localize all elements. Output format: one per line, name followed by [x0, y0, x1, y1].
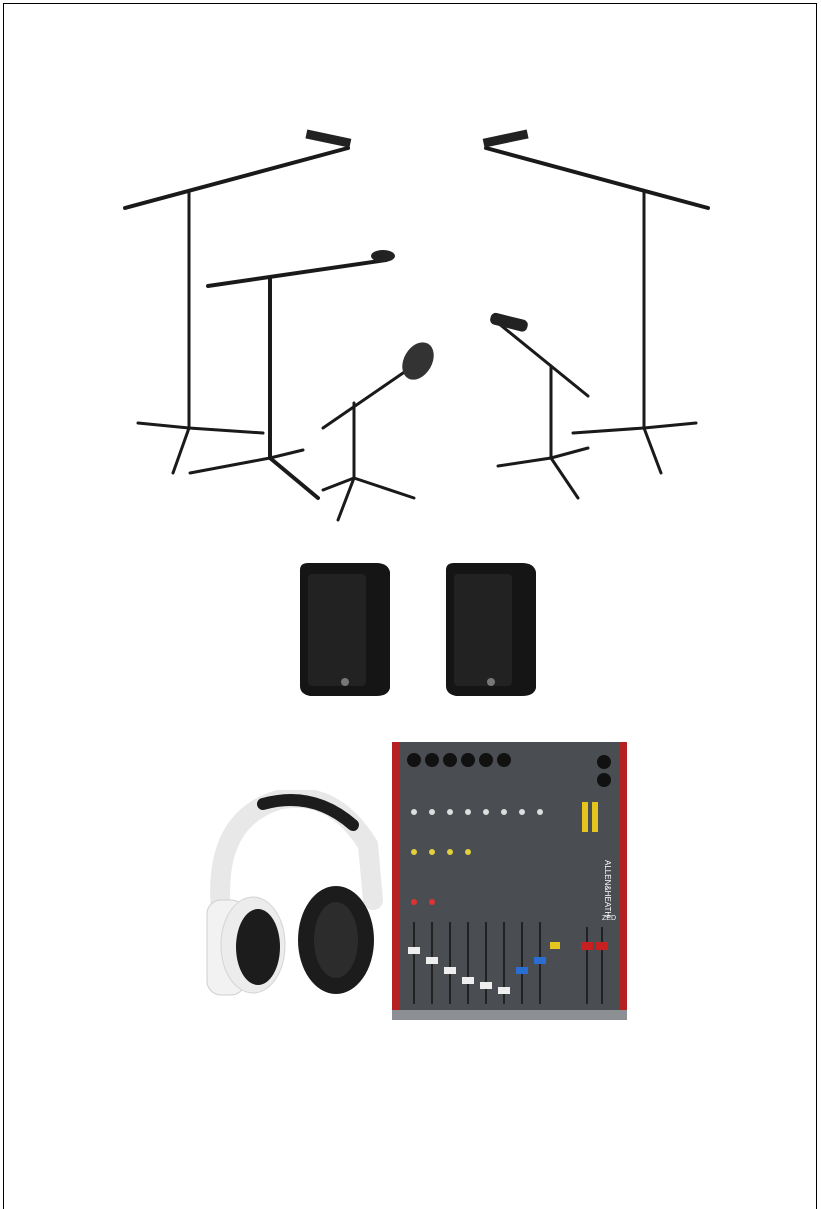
mixer-model-label: ZED	[602, 915, 616, 922]
speaker-icon	[300, 563, 390, 696]
speaker-icon	[446, 563, 536, 696]
mixer-brand-label: ALLEN&HEATH	[603, 860, 612, 917]
mixer-image: ALLEN&HEATH ZED	[392, 742, 627, 1020]
microphone-stand-icon	[188, 250, 395, 500]
speakers-image	[300, 563, 536, 696]
microphone-stands-image	[123, 129, 710, 522]
microphone-stand-icon	[123, 129, 352, 475]
mixing-console-icon: ALLEN&HEATH ZED	[392, 742, 627, 1020]
microphone-stand-icon	[321, 342, 434, 522]
microphone-stand-icon	[482, 129, 710, 475]
headphones-image	[206, 790, 383, 996]
headphones-icon	[206, 790, 383, 996]
microphone-stand-icon	[490, 312, 590, 500]
